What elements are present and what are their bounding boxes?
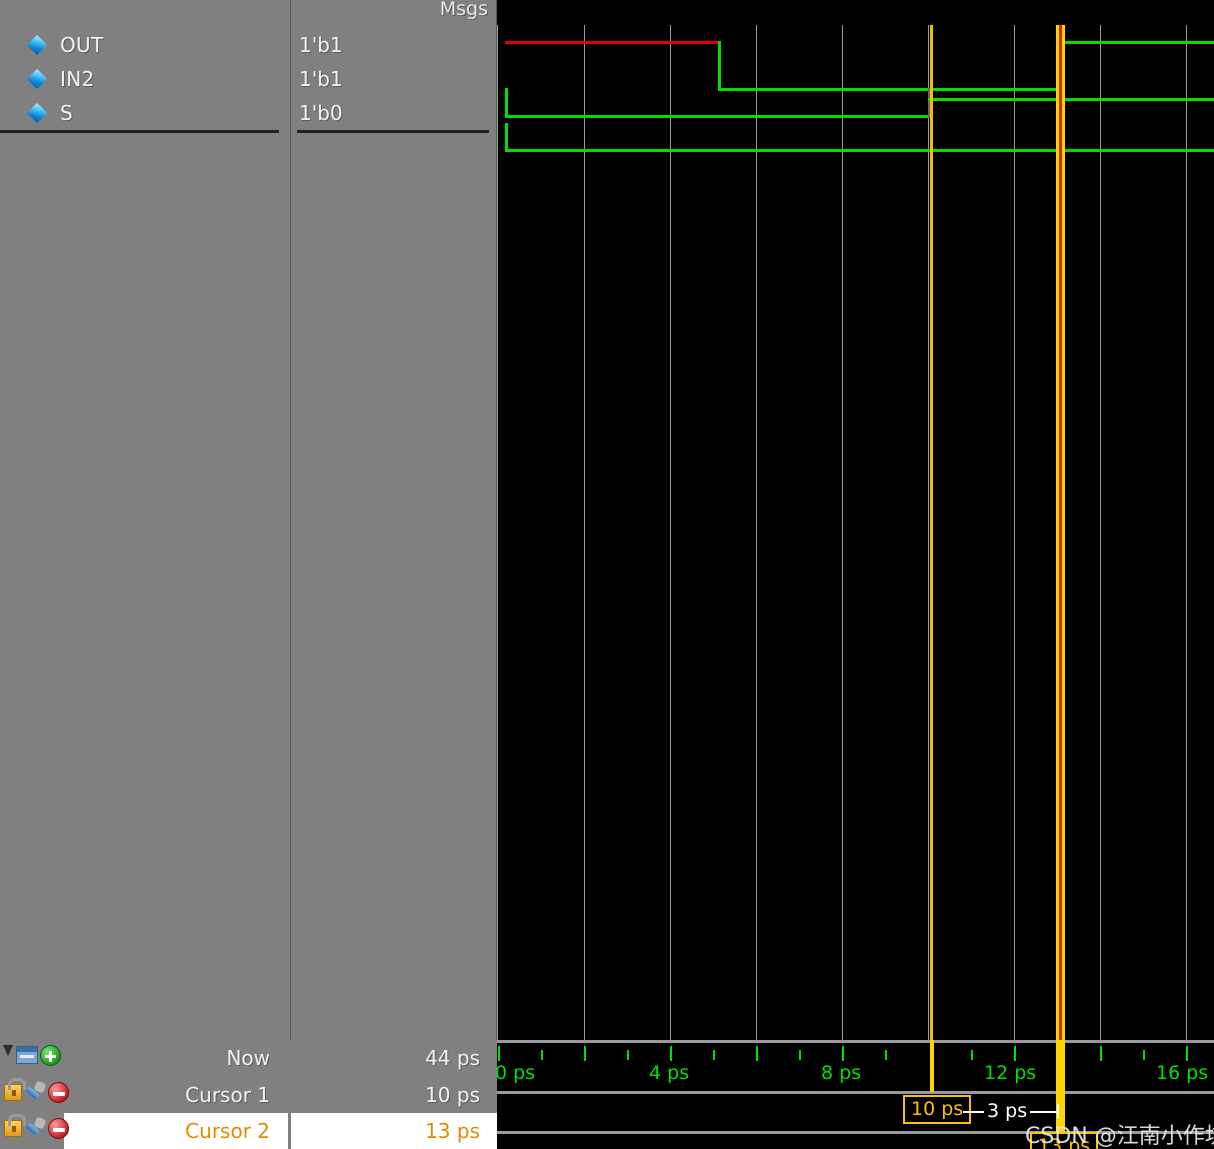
msgs-header: Msgs [439, 0, 488, 20]
timeline-tick [1100, 1046, 1102, 1061]
timeline-tick [842, 1046, 844, 1061]
timeline-label: 16 ps [1156, 1062, 1209, 1084]
cursor-delta-label: 3 ps [984, 1100, 1031, 1122]
timeline-ruler[interactable]: 0 ps 4 ps 8 ps 12 ps 16 ps 10 ps 3 ps 13… [495, 1040, 1214, 1149]
lock-icon[interactable] [4, 1078, 26, 1101]
timeline-tick-minor [885, 1050, 887, 1060]
wave-out-x-high [505, 41, 718, 44]
now-row-icons [2, 1044, 64, 1072]
signal-name-label: OUT [60, 33, 104, 57]
wave-out-low [718, 88, 1060, 91]
gridline [928, 25, 929, 1040]
signal-row-in2[interactable]: IN2 [0, 62, 290, 96]
timeline-tick-minor [713, 1050, 715, 1060]
wave-in2-low [505, 115, 930, 118]
cursor-2-line[interactable] [1056, 25, 1065, 1040]
cursor-control-panel: Now 44 ps Cursor 1 10 ps Cursor 2 13 ps [0, 1040, 497, 1149]
signal-row-out[interactable]: OUT [0, 28, 290, 62]
timeline-bottom-rule [497, 1091, 1214, 1094]
timeline-tick [1014, 1046, 1016, 1061]
window-icon[interactable] [16, 1046, 38, 1064]
signal-value-in2: 1'b1 [299, 67, 343, 91]
wave-s-low [505, 149, 1214, 152]
watermark-label: CSDN @江南小作坊 [1025, 1124, 1214, 1149]
cursor-arrow-icon [2, 1045, 14, 1061]
wave-in2-high [928, 98, 1214, 101]
timeline-label: 8 ps [821, 1062, 862, 1084]
wave-window: OUT IN2 S Msgs 1'b1 1'b1 1'b0 Now 44 ps … [0, 0, 1214, 1149]
wrench-icon[interactable] [24, 1118, 46, 1139]
wrench-icon[interactable] [24, 1082, 46, 1103]
wave-in2-init-edge [505, 88, 508, 118]
timeline-top-rule [497, 1040, 1214, 1043]
cursor-delta-cap [1057, 1104, 1059, 1118]
wave-out-fall-edge [718, 41, 721, 91]
status-label: Now [226, 1046, 270, 1070]
status-value: 13 ps [425, 1119, 480, 1143]
cursor-1-ruler-mark [930, 1040, 934, 1092]
signal-diamond-icon [26, 102, 48, 124]
cursor-1-line[interactable] [930, 25, 933, 1040]
signal-name-label: S [60, 101, 73, 125]
status-value: 44 ps [425, 1046, 480, 1070]
gridline [842, 25, 843, 1040]
gridline [1014, 25, 1015, 1040]
timeline-label: 12 ps [984, 1062, 1037, 1084]
add-cursor-icon[interactable] [40, 1045, 61, 1066]
timeline-tick-minor [1143, 1050, 1145, 1060]
waveform-canvas[interactable] [497, 25, 1214, 1040]
timeline-label: 0 ps [495, 1062, 536, 1084]
gridline [497, 25, 498, 1040]
status-label: Cursor 1 [185, 1083, 270, 1107]
signal-row-s[interactable]: S [0, 96, 290, 130]
signal-name-pane: OUT IN2 S [0, 0, 290, 1040]
wave-out-high [1060, 41, 1214, 44]
status-row-cursor-2[interactable]: Cursor 2 13 ps [0, 1113, 497, 1149]
gridline [1100, 25, 1101, 1040]
waveform-pane[interactable] [497, 0, 1214, 1040]
status-value: 10 ps [425, 1083, 480, 1107]
signal-value-s: 1'b0 [299, 101, 343, 125]
timeline-tick-minor [627, 1050, 629, 1060]
signal-value-pane: Msgs [291, 0, 496, 1040]
status-label: Cursor 2 [185, 1119, 270, 1143]
signal-value-out: 1'b1 [299, 33, 343, 57]
cursor-1-value-box[interactable]: 10 ps [903, 1095, 972, 1124]
name-pane-rule [0, 130, 279, 133]
signal-name-label: IN2 [60, 67, 95, 91]
gridline [1186, 25, 1187, 1040]
gridline [584, 25, 585, 1040]
timeline-tick [670, 1046, 672, 1061]
timeline-tick [584, 1046, 586, 1061]
timeline-tick-minor [541, 1050, 543, 1060]
cursor-2-core [1059, 25, 1062, 1040]
status-row-now[interactable]: Now 44 ps [0, 1040, 497, 1076]
timeline-label: 4 ps [649, 1062, 690, 1084]
lock-icon[interactable] [4, 1114, 26, 1137]
gridline [756, 25, 757, 1040]
timeline-tick [1186, 1046, 1188, 1061]
status-row-cursor-1[interactable]: Cursor 1 10 ps [0, 1077, 497, 1113]
cursor-2-ruler-mark [1056, 1040, 1065, 1092]
cursor-2-icons [2, 1114, 69, 1145]
timeline-tick-minor [971, 1050, 973, 1060]
signal-diamond-icon [26, 68, 48, 90]
signal-diamond-icon [26, 34, 48, 56]
timeline-tick [756, 1046, 758, 1061]
timeline-tick [498, 1046, 500, 1061]
wave-s-init-edge [505, 123, 508, 151]
cursor-1-icons [2, 1078, 69, 1109]
timeline-tick-minor [799, 1050, 801, 1060]
gridline [670, 25, 671, 1040]
value-pane-rule [297, 130, 489, 133]
